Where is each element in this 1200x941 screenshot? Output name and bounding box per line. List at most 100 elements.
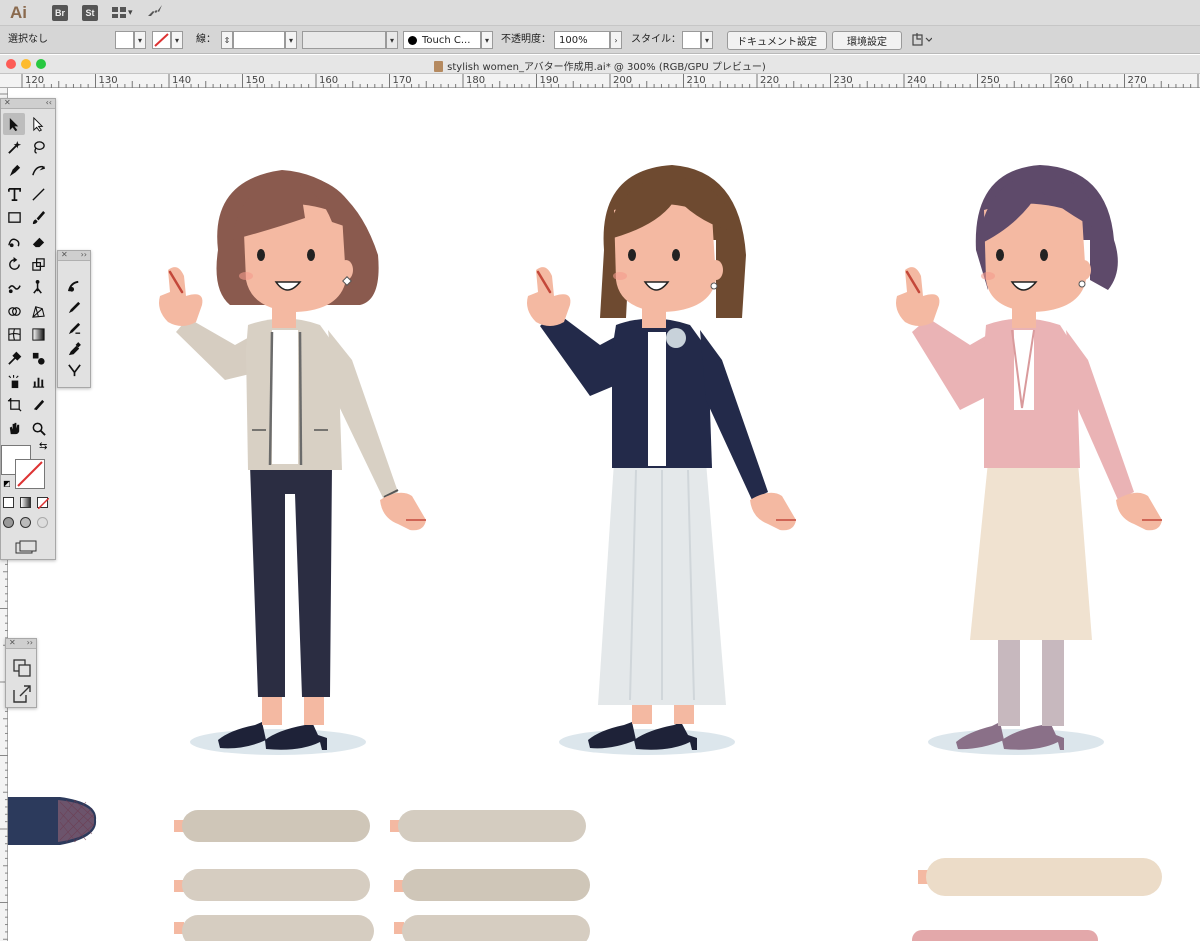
control-bar: 選択なし ▾ ▾ 線： ⇕ ▾ ▾ Touch C... ▾ 不透明度： 100… [0, 26, 1200, 54]
horizontal-ruler[interactable]: 120 130 140 150 160 170 180 190 200 210 220 230 240 2… [0, 74, 1200, 88]
layers-icon[interactable] [13, 659, 31, 681]
woman-1-beige-jacket[interactable] [159, 170, 426, 755]
gradient-icon[interactable] [27, 324, 49, 346]
opacity-input[interactable]: 100% [554, 31, 610, 49]
artboard-canvas[interactable] [8, 88, 1200, 941]
rotate-icon[interactable] [3, 253, 25, 275]
ruler-label: 230 [833, 75, 853, 86]
ruler-label: 250 [980, 75, 1000, 86]
curvature-icon[interactable] [27, 160, 49, 182]
bridge-button[interactable]: Br [52, 4, 68, 21]
selection-status: 選択なし [8, 34, 48, 45]
path-eraser-icon[interactable] [63, 338, 85, 360]
arrange-panel-header[interactable]: ✕ ›› [6, 638, 36, 649]
ruler-label: 270 [1127, 75, 1147, 86]
variable-width-profile[interactable] [302, 31, 386, 49]
swap-fill-stroke-icon[interactable]: ⇆ [39, 441, 47, 452]
ruler-label: 210 [686, 75, 706, 86]
magic-wand-icon[interactable] [3, 136, 25, 158]
application-bar: Ai Br St ▾ [0, 0, 1200, 26]
stroke-dropdown[interactable]: ▾ [171, 31, 183, 49]
tools-panel-header[interactable]: ✕ ‹‹ [1, 98, 55, 109]
perspective-icon[interactable] [27, 300, 49, 322]
puppet-warp-icon[interactable] [27, 277, 49, 299]
opacity-arrow[interactable]: › [610, 31, 622, 49]
lasso-icon[interactable] [27, 136, 49, 158]
artwork [8, 165, 1162, 941]
shape-builder-icon[interactable] [3, 300, 25, 322]
illustrator-logo: Ai [10, 2, 27, 22]
zoom-icon[interactable] [27, 417, 49, 439]
blob-brush-icon[interactable] [63, 275, 85, 297]
gradient-swatch-icon[interactable] [20, 497, 31, 508]
warp-icon[interactable] [3, 277, 25, 299]
fill-stroke-widget[interactable]: ⇆ ◩ [1, 441, 57, 491]
expand-icon[interactable]: ›› [27, 638, 33, 647]
close-icon[interactable]: ✕ [4, 98, 11, 107]
expand-icon[interactable]: ›› [81, 250, 87, 259]
stroke-color-swatch[interactable] [15, 459, 45, 489]
stroke-weight-stepper[interactable]: ⇕ [221, 31, 233, 49]
screen-mode-icon[interactable] [15, 539, 37, 554]
symbol-sprayer-icon[interactable] [3, 370, 25, 392]
eyedropper-icon[interactable] [3, 347, 25, 369]
woman-3-pink-jacket[interactable] [896, 165, 1162, 755]
selection-icon[interactable] [3, 113, 25, 135]
variable-width-dropdown[interactable]: ▾ [386, 31, 398, 49]
pen-icon[interactable] [3, 160, 25, 182]
line-icon[interactable] [27, 183, 49, 205]
mesh-icon[interactable] [3, 324, 25, 346]
eraser-icon[interactable] [27, 230, 49, 252]
brush-tools-header[interactable]: ✕ ›› [58, 250, 90, 261]
shaper-icon[interactable] [3, 230, 25, 252]
close-icon[interactable]: ✕ [9, 638, 16, 647]
document-setup-button[interactable]: ドキュメント設定 [727, 31, 827, 50]
color-icon[interactable] [3, 497, 14, 508]
rectangle-icon[interactable] [3, 207, 25, 229]
graphic-style-dropdown[interactable]: ▾ [701, 31, 713, 49]
sleeve-parts[interactable] [8, 797, 1162, 941]
paintbrush-icon[interactable] [27, 207, 49, 229]
collapse-icon[interactable]: ‹‹ [46, 98, 52, 107]
brush-tools-panel: ✕ ›› [57, 250, 91, 388]
artboard-icon[interactable] [3, 394, 25, 416]
draw-inside-icon[interactable] [37, 517, 48, 528]
stock-button[interactable]: St [82, 4, 98, 21]
tools-panel: ✕ ‹‹ ⇆ ◩ [0, 98, 56, 560]
preferences-button[interactable]: 環境設定 [832, 31, 902, 50]
graphic-style-swatch[interactable] [682, 31, 701, 49]
brush-dot-icon [408, 35, 417, 45]
export-icon[interactable] [13, 685, 31, 707]
hand-icon[interactable] [3, 417, 25, 439]
none-icon[interactable] [37, 497, 49, 509]
direct-selection-icon[interactable] [27, 113, 49, 135]
ai-document-icon [434, 61, 444, 72]
type-icon[interactable] [3, 183, 25, 205]
smooth-icon[interactable] [63, 317, 85, 339]
brush-definition-field[interactable]: Touch C... [403, 31, 481, 49]
draw-normal-icon[interactable] [3, 517, 14, 528]
workspace-switcher[interactable]: ▾ [112, 7, 133, 18]
arrange-documents-icon[interactable] [912, 33, 933, 50]
woman-2-navy-jacket[interactable] [527, 165, 796, 755]
blend-icon[interactable] [27, 347, 49, 369]
fill-swatch[interactable] [115, 31, 134, 49]
chevron-down-icon: ▾ [128, 7, 133, 18]
fill-dropdown[interactable]: ▾ [134, 31, 146, 49]
graph-icon[interactable] [27, 370, 49, 392]
brush-definition-dropdown[interactable]: ▾ [481, 31, 493, 49]
default-fill-stroke-icon[interactable]: ◩ [3, 479, 11, 488]
stroke-weight-input[interactable] [233, 31, 285, 49]
ruler-label: 150 [245, 75, 265, 86]
ruler-label: 120 [25, 75, 45, 86]
stroke-weight-dropdown[interactable]: ▾ [285, 31, 297, 49]
gpu-performance-icon[interactable] [147, 3, 163, 22]
close-icon[interactable]: ✕ [61, 250, 68, 259]
draw-behind-icon[interactable] [20, 517, 31, 528]
scale-icon[interactable] [27, 253, 49, 275]
style-label: スタイル： [631, 34, 681, 45]
slice-icon[interactable] [27, 394, 49, 416]
pencil-icon[interactable] [63, 296, 85, 318]
stroke-swatch[interactable] [152, 31, 171, 49]
join-icon[interactable] [63, 359, 85, 381]
